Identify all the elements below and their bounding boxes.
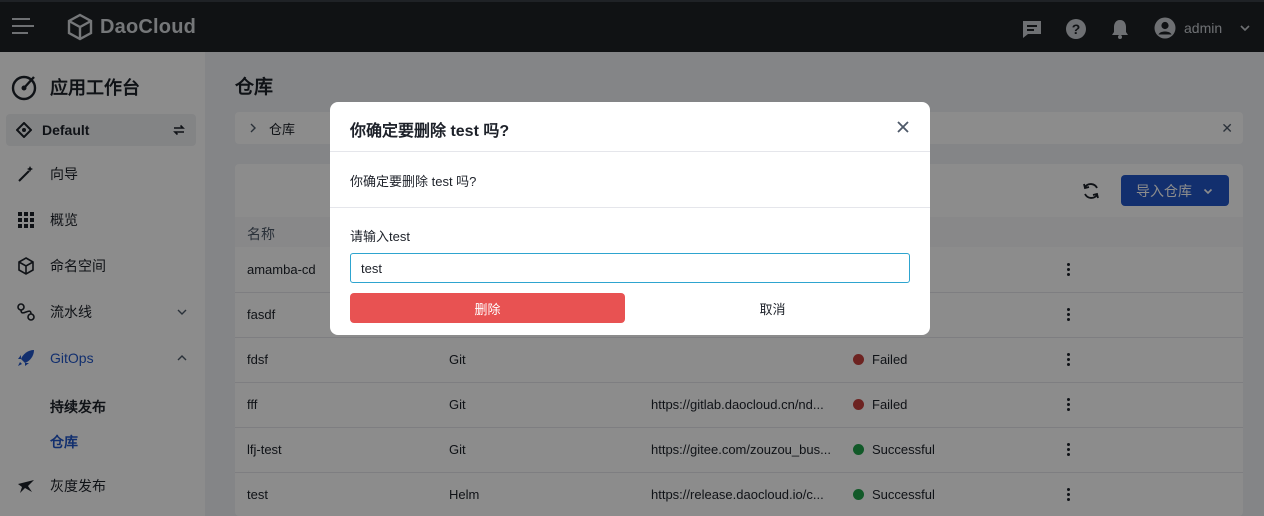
close-icon[interactable]	[896, 120, 910, 134]
confirm-input-label: 请输入test	[350, 229, 410, 244]
divider	[330, 207, 930, 208]
delete-confirm-dialog: 你确定要删除 test 吗? 你确定要删除 test 吗? 请输入test 删除…	[330, 102, 930, 335]
confirm-name-input[interactable]	[350, 253, 910, 283]
cancel-button[interactable]: 取消	[635, 293, 910, 323]
dialog-message: 你确定要删除 test 吗?	[350, 174, 477, 189]
dialog-title: 你确定要删除 test 吗?	[350, 123, 510, 140]
divider	[330, 151, 930, 152]
delete-button[interactable]: 删除	[350, 293, 625, 323]
